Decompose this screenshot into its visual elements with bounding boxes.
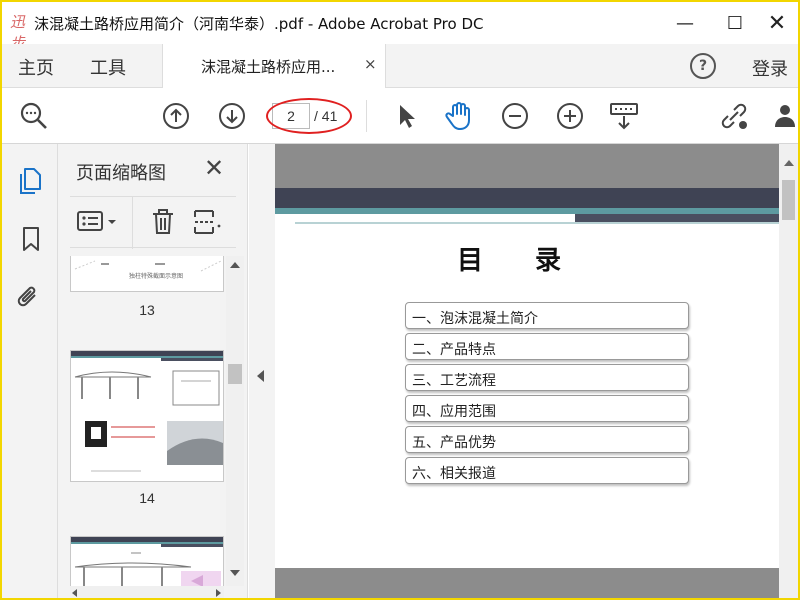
search-zoom-icon[interactable] xyxy=(18,100,50,132)
document-tab-label: 沫混凝土路桥应用... xyxy=(201,58,336,76)
page-header-bar xyxy=(575,214,779,222)
page-heading: 目录 xyxy=(457,246,614,276)
bookmark-icon[interactable] xyxy=(16,224,46,254)
tab-bar: 主页 工具 沫混凝土路桥应用... × ? 登录 xyxy=(2,44,798,88)
document-viewport: 目录 一、泡沫混凝土简介 二、产品特点 三、工艺流程 四、应用范围 五、产品优势… xyxy=(275,144,779,598)
collapse-arrow-icon[interactable] xyxy=(257,370,264,382)
thumbnail-horizontal-scrollbar[interactable] xyxy=(70,586,224,598)
page-header-line xyxy=(295,222,779,224)
toc-item[interactable]: 四、应用范围 xyxy=(405,395,689,422)
page-header-band xyxy=(275,188,779,208)
thumbnail-panel: 页面缩略图 ✕ 独柱特殊截面示意图 13 14 xyxy=(58,144,248,598)
thumbnail-list: 独柱特殊截面示意图 13 14 xyxy=(70,256,236,598)
page-gap xyxy=(275,568,779,598)
panel-collapse-handle xyxy=(249,144,275,598)
close-window-button[interactable]: ✕ xyxy=(762,10,792,36)
thumbnail-page-number: 13 xyxy=(139,302,155,318)
toc-item[interactable]: 一、泡沫混凝土简介 xyxy=(405,302,689,329)
select-arrow-icon[interactable] xyxy=(390,100,422,132)
document-scrollbar[interactable] xyxy=(779,144,798,598)
thumbnail-page-number: 14 xyxy=(139,490,155,506)
panel-close-button[interactable]: ✕ xyxy=(204,154,224,182)
tab-home[interactable]: 主页 xyxy=(18,54,54,80)
minimize-button[interactable]: — xyxy=(670,10,700,36)
hand-tool-icon[interactable] xyxy=(444,100,476,132)
toolbar: 2 / 41 xyxy=(2,88,798,144)
tab-tools[interactable]: 工具 xyxy=(90,54,126,80)
share-link-icon[interactable] xyxy=(718,100,750,132)
delete-page-icon[interactable] xyxy=(150,207,176,237)
toc-item[interactable]: 三、工艺流程 xyxy=(405,364,689,391)
help-icon[interactable]: ? xyxy=(690,53,716,79)
zoom-out-icon[interactable] xyxy=(499,100,531,132)
zoom-in-icon[interactable] xyxy=(554,100,586,132)
toc-item[interactable]: 五、产品优势 xyxy=(405,426,689,453)
pdf-page: 目录 一、泡沫混凝土简介 二、产品特点 三、工艺流程 四、应用范围 五、产品优势… xyxy=(275,188,779,568)
panel-title: 页面缩略图 xyxy=(76,163,166,184)
document-tab[interactable]: 沫混凝土路桥应用... × xyxy=(162,44,386,88)
page-down-icon[interactable] xyxy=(216,100,248,132)
keyboard-scroll-icon[interactable] xyxy=(608,100,640,132)
thumbnail-page-14[interactable] xyxy=(70,350,224,482)
total-pages-label: / 41 xyxy=(314,108,338,124)
thumbnail-page-13[interactable]: 独柱特殊截面示意图 xyxy=(70,256,224,292)
toc-item[interactable]: 二、产品特点 xyxy=(405,333,689,360)
thumbnail-options-icon[interactable] xyxy=(76,207,120,237)
panel-toolbar-divider xyxy=(132,197,133,249)
add-user-icon[interactable] xyxy=(772,100,798,132)
thumbnail-scrollbar[interactable] xyxy=(226,256,244,586)
thumbnail-caption: 独柱特殊截面示意图 xyxy=(129,273,184,280)
app-logo: 迅步 xyxy=(10,13,26,52)
extract-pages-icon[interactable] xyxy=(192,207,222,237)
document-tab-close-button[interactable]: × xyxy=(364,55,377,73)
sign-in-button[interactable]: 登录 xyxy=(752,55,788,81)
app-window: 迅步 沫混凝土路桥应用简介（河南华泰）.pdf - Adobe Acrobat … xyxy=(0,0,800,600)
attachment-icon[interactable] xyxy=(14,282,44,312)
maximize-button[interactable]: ☐ xyxy=(720,10,750,36)
current-page-input[interactable]: 2 xyxy=(272,103,310,129)
navigation-rail xyxy=(2,144,58,598)
toc-item[interactable]: 六、相关报道 xyxy=(405,457,689,484)
page-up-icon[interactable] xyxy=(160,100,192,132)
panel-toolbar xyxy=(70,196,236,249)
title-bar: 迅步 沫混凝土路桥应用简介（河南华泰）.pdf - Adobe Acrobat … xyxy=(2,2,798,52)
window-title: 沫混凝土路桥应用简介（河南华泰）.pdf - Adobe Acrobat Pro… xyxy=(34,15,484,33)
toolbar-divider xyxy=(366,100,367,132)
page-thumbnails-icon[interactable] xyxy=(14,166,44,196)
